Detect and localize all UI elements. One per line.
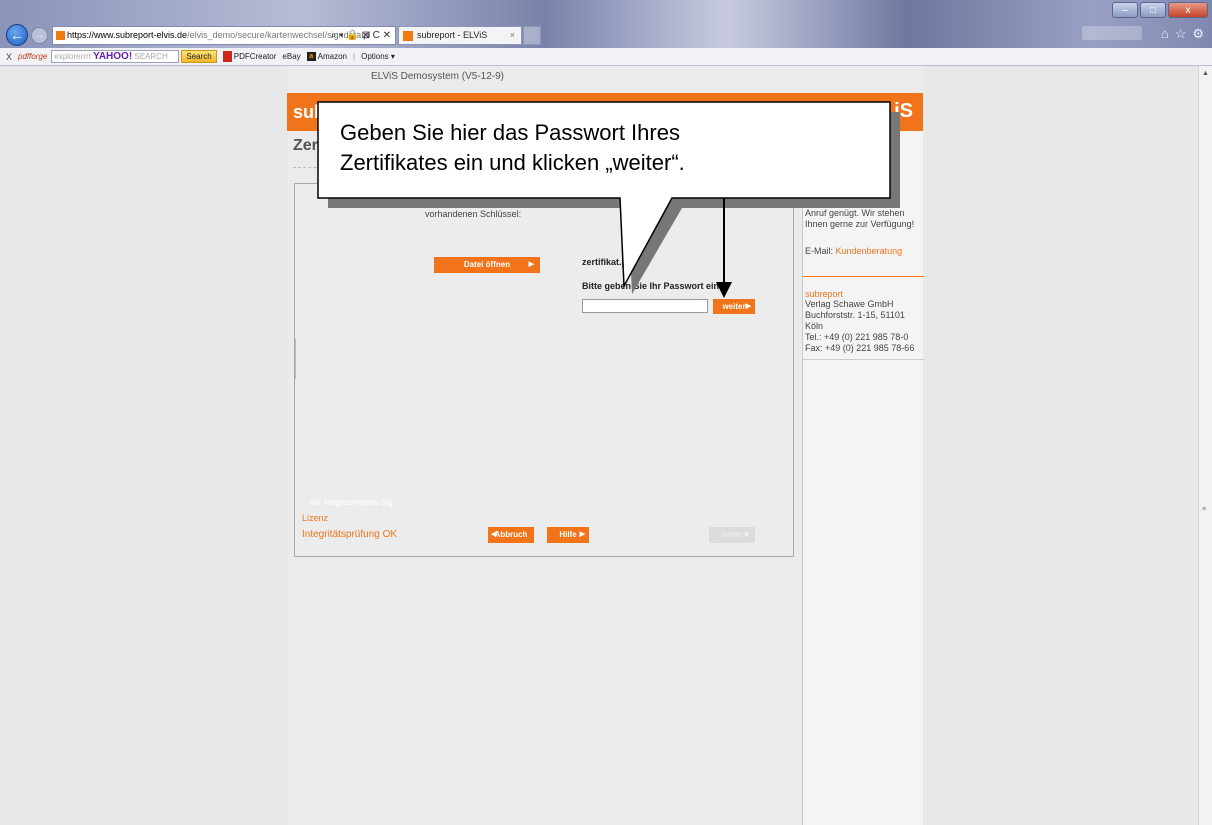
pdfcreator-label: PDFCreator: [233, 51, 277, 61]
password-input[interactable]: [582, 299, 708, 313]
web-page: ELViS Demosystem (V5-12-9) sub iS Zert B…: [287, 66, 924, 825]
triangle-right-icon: ▶: [744, 531, 750, 538]
minimize-button[interactable]: –: [1112, 2, 1138, 18]
window-controls: – □ x: [1112, 2, 1208, 18]
tab-favicon-icon: [403, 31, 413, 41]
triangle-right-icon: ▶: [745, 303, 751, 310]
instruction-text-1: Bitte lesen Sie einen Schlüssel aus dem …: [425, 198, 645, 208]
star-icon[interactable]: ☆: [1175, 26, 1187, 42]
password-label: Bitte geben Sie Ihr Passwort ein:: [582, 281, 723, 291]
next-button-disabled: weiter ▶: [709, 527, 755, 543]
license-link[interactable]: Lizenz: [302, 513, 328, 523]
callout-text: Geben Sie hier das Passwort Ihres Zertif…: [340, 118, 880, 178]
yahoo-search-input[interactable]: explorerrrt YAHOO! SEARCH: [51, 50, 180, 63]
toolbar-separator: |: [353, 51, 356, 61]
company-address: Verlag Schawe GmbH Buchforststr. 1-15, 5…: [805, 299, 923, 354]
panel-left-line: [295, 339, 296, 379]
ebay-button[interactable]: eBay: [282, 48, 300, 66]
call-text: Anruf genügt. Wir stehen Ihnen gerne zur…: [805, 208, 915, 229]
sidebar-divider-bottom: [803, 359, 924, 360]
integrity-status: Integritätsprüfung OK: [302, 529, 398, 540]
forward-icon[interactable]: →: [31, 27, 48, 44]
site-favicon-icon: [56, 31, 65, 40]
vertical-scrollbar[interactable]: ▲ ≡: [1198, 66, 1212, 825]
company-line: Buchforststr. 1-15, 51101 Köln: [805, 310, 905, 331]
yahoo-search-label: SEARCH: [134, 52, 168, 61]
contact-sidebar: Anruf genügt. Wir stehen Ihnen gerne zur…: [802, 131, 924, 825]
command-bar: X pdfforge explorerrrt YAHOO! SEARCH Sea…: [0, 48, 1212, 66]
pdf-icon: [222, 51, 232, 62]
company-line: Verlag Schawe GmbH: [805, 299, 894, 309]
triangle-right-icon: ▶: [579, 531, 585, 538]
company-line: Fax: +49 (0) 221 985 78-66: [805, 343, 915, 353]
next-button[interactable]: weiter ▶: [713, 299, 755, 314]
tab-close-icon[interactable]: ×: [510, 27, 515, 44]
triangle-right-icon: ▶: [528, 261, 534, 268]
gear-icon[interactable]: ⚙: [1192, 26, 1204, 42]
help-label: Hilfe: [559, 530, 577, 539]
open-file-button[interactable]: Datei öffnen ▶: [434, 257, 540, 273]
email-label: E-Mail:: [805, 246, 834, 256]
next-label: weiter: [722, 302, 746, 311]
amazon-label: Amazon: [317, 51, 348, 61]
options-button[interactable]: Options ▾: [361, 48, 395, 66]
amazon-button[interactable]: a Amazon: [306, 48, 348, 66]
scroll-grip-icon[interactable]: ≡: [1202, 506, 1206, 513]
toolbar-close-icon[interactable]: X: [6, 48, 12, 66]
address-domain: https://www.subreport-elvis.de: [67, 30, 188, 40]
help-button[interactable]: Hilfe ▶: [547, 527, 589, 543]
address-bar[interactable]: https://www.subreport-elvis.de/elvis_dem…: [52, 26, 396, 45]
email-link[interactable]: Kundenberatung: [836, 246, 903, 256]
pdfforge-logo: pdfforge: [18, 51, 48, 61]
next-disabled-label: weiter: [721, 530, 743, 539]
maximize-button[interactable]: □: [1140, 2, 1166, 18]
tab-title: subreport - ELViS: [417, 30, 488, 40]
page-header-text: ELViS Demosystem (V5-12-9): [371, 71, 505, 82]
email-line: E-Mail: Kundenberatung: [805, 246, 902, 257]
scroll-up-icon[interactable]: ▲: [1202, 70, 1209, 77]
callout-line-1: Geben Sie hier das Passwort Ihres: [340, 120, 680, 145]
home-icon[interactable]: ⌂: [1161, 26, 1169, 42]
certificate-panel: Bitte lesen Sie einen Schlüssel aus dem …: [294, 183, 794, 557]
certificate-file-name: zertifikat.p12: [582, 257, 638, 267]
new-tab-button[interactable]: [523, 26, 541, 45]
cancel-button[interactable]: ◀ Abbruch: [488, 527, 534, 543]
open-file-label: Datei öffnen: [463, 260, 511, 269]
browser-titlebar: – □ x ← → https://www.subreport-elvis.de…: [0, 0, 1212, 48]
browser-toolbar-right: ⌂ ☆ ⚙: [1161, 26, 1204, 42]
back-icon[interactable]: ←: [6, 24, 28, 46]
window-close-button[interactable]: x: [1168, 2, 1208, 18]
company-line: Tel.: +49 (0) 221 985 78-0: [805, 332, 909, 342]
amazon-icon: a: [306, 52, 316, 61]
sidebar-divider: [803, 276, 924, 277]
instruction-text-2: vorhandenen Schlüssel:: [425, 209, 522, 219]
tab-subreport-elvis[interactable]: subreport - ELViS ×: [398, 26, 522, 45]
brand-logo-right: iS: [894, 100, 913, 122]
window-search-field[interactable]: [1082, 26, 1142, 40]
advanced-signature-link[interactable]: nur fortgeschrittene Sig.: [310, 498, 395, 507]
yahoo-logo: YAHOO!: [93, 51, 133, 62]
address-bar-icons[interactable]: ⌕ ▾ 🔒 ⊠ C ✕: [331, 27, 391, 44]
callout-line-2: Zertifikates ein und klicken „weiter“.: [340, 150, 685, 175]
page-title: Zert: [293, 137, 324, 154]
search-button[interactable]: Search: [181, 50, 217, 63]
brand-logo-left: sub: [293, 102, 326, 122]
triangle-left-icon: ◀: [491, 531, 497, 538]
cancel-label: Abbruch: [494, 530, 528, 539]
pdfcreator-button[interactable]: PDFCreator: [222, 48, 277, 66]
yahoo-prefix: explorerrrt: [54, 52, 91, 61]
